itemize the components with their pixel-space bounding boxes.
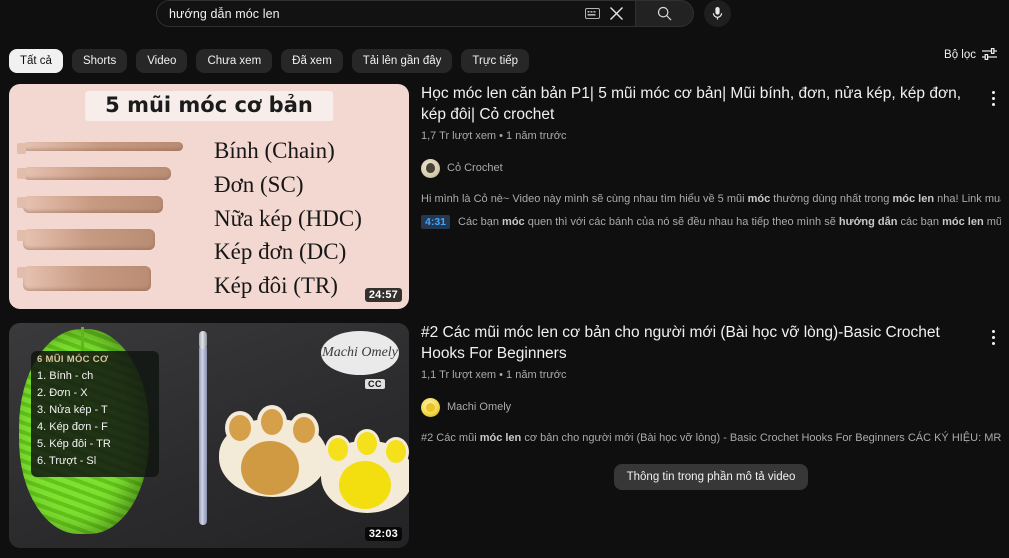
description-highlight: móc len [892,192,935,205]
chip-da-xem[interactable]: Đã xem [281,49,343,73]
thumbnail-stitch-samples [17,142,183,307]
thumbnail-list-heading: 6 MŨI MÓC CƠ [37,354,109,365]
thumbnail-term: Nữa kép (HDC) [214,205,362,231]
channel-row[interactable]: Cỏ Crochet [421,158,1001,178]
tune-icon [982,48,997,61]
description-part: #2 Các mũi [421,431,480,444]
thumbnail-paw-center [339,461,391,509]
thumbnail-paw-pad-inner [261,409,283,435]
filters-label: Bộ lọc [944,48,976,61]
thumbnail-paw-center [241,441,299,495]
thumbnail-list-item: 1. Bính - ch [37,370,94,382]
chip-truc-tiep[interactable]: Trực tiếp [461,49,530,73]
channel-row[interactable]: Machi Omely [421,397,1001,417]
thumbnail-list-item: 2. Đơn - X [37,387,88,400]
chapter-highlight: móc [502,216,525,229]
description-part: nha! Link mua nguyên ... [937,192,1001,205]
chip-tai-len-gan-day[interactable]: Tải lên gần đây [351,49,453,73]
thumbnail-term: Kép đôi (TR) [214,273,338,299]
video-thumbnail[interactable]: 5 mũi móc cơ bản Bính (Chain) Đơn (SC) N… [9,84,409,309]
voice-search-button[interactable] [704,0,731,27]
chapter-timestamp-badge[interactable]: 4:31 [421,215,451,230]
thumbnail-list-item: 4. Kép đơn - F [37,421,108,434]
video-duration-badge: 24:57 [364,288,402,302]
search-area: hướng dẫn móc len [156,0,731,27]
search-icon [657,6,672,21]
video-title[interactable]: #2 Các mũi móc len cơ bản cho người mới … [421,323,1001,365]
thumbnail-term: Kép đơn (DC) [214,239,347,265]
thumbnail-paw-pad-inner [386,440,406,463]
thumbnail-paw-pad-inner [293,417,315,443]
description-info-button[interactable]: Thông tin trong phần mô tả video [613,464,809,491]
chapter-part: Các bạn [458,216,503,229]
thumbnail-list-item: 6. Trượt - Sl [37,455,97,468]
thumbnail-crochet-hook [199,331,207,525]
search-button[interactable] [636,0,694,27]
thumbnail-term: Bính (Chain) [214,138,335,163]
video-chapter-row[interactable]: 4:31 Các bạn móc quen thì với các bánh c… [421,215,1001,230]
thumbnail-paw-pad-inner [328,438,348,461]
video-metadata: 1,1 Tr lượt xem • 1 năm trước [421,368,567,381]
video-thumbnail[interactable]: 6 MŨI MÓC CƠ 1. Bính - ch 2. Đơn - X 3. … [9,323,409,548]
thumbnail-term-list: Bính (Chain) Đơn (SC) Nữa kép (HDC) Kép … [214,134,362,303]
description-part: cơ bản cho người mới (Bài học vỡ lòng) -… [521,431,1001,444]
thumbnail-paw-pad-inner [229,415,251,441]
description-part: thường dùng nhất trong [770,192,893,205]
closed-caption-badge: CC [365,379,385,389]
thumbnail-list-item: 3. Nửa kép - T [37,404,108,417]
description-highlight: móc len [479,431,522,444]
chapter-highlight: hướng dẫn [838,216,898,229]
video-description: #2 Các mũi móc len cơ bản cho người mới … [421,431,1001,447]
video-info: Học móc len căn bản P1| 5 mũi móc cơ bản… [409,84,1009,309]
description-part: Hi mình là Cỏ nè~ Video này mình sẽ cùng… [421,192,748,205]
channel-avatar[interactable] [421,158,440,178]
chip-chua-xem[interactable]: Chưa xem [196,49,273,73]
search-result-item: 5 mũi móc cơ bản Bính (Chain) Đơn (SC) N… [0,84,1009,309]
clear-search-icon[interactable] [608,5,625,22]
video-metadata: 1,7 Tr lượt xem • 1 năm trước [421,129,567,142]
search-result-item: 6 MŨI MÓC CƠ 1. Bính - ch 2. Đơn - X 3. … [0,323,1009,548]
channel-name[interactable]: Machi Omely [447,401,511,413]
thumbnail-term: Đơn (SC) [214,171,304,197]
search-query-text: hướng dẫn móc len [169,6,280,21]
chip-shorts[interactable]: Shorts [71,49,128,73]
thumbnail-list-item: 5. Kép đôi - TR [37,438,111,451]
video-description: Hi mình là Cỏ nè~ Video này mình sẽ cùng… [421,192,1001,208]
chapter-transcript-text: Các bạn móc quen thì với các bánh của nó… [458,216,1001,228]
description-highlight: móc [747,192,771,205]
thumbnail-paw-pad-inner [357,432,377,455]
thumbnail-stitch-list: 6 MŨI MÓC CƠ 1. Bính - ch 2. Đơn - X 3. … [31,351,159,478]
chip-video[interactable]: Video [136,49,188,73]
chapter-highlight: móc len [942,216,984,229]
video-duration-badge: 32:03 [364,527,402,541]
top-search-bar: hướng dẫn móc len [0,0,1009,30]
video-title[interactable]: Học móc len căn bản P1| 5 mũi móc cơ bản… [421,84,1001,126]
channel-avatar[interactable] [421,397,440,417]
search-results-list: 5 mũi móc cơ bản Bính (Chain) Đơn (SC) N… [0,78,1009,548]
filters-button[interactable]: Bộ lọc [944,48,997,61]
description-info-button-row: Thông tin trong phần mô tả video [421,464,1001,491]
filter-chip-bar: Tất cả Shorts Video Chưa xem Đã xem Tải … [0,44,1009,78]
thumbnail-banner-text: 5 mũi móc cơ bản [105,93,313,117]
chapter-part: quen thì với các bánh của nó sẽ đều nhau… [524,216,839,229]
more-actions-menu-icon[interactable] [981,86,1005,110]
more-actions-menu-icon[interactable] [981,325,1005,349]
keyboard-icon[interactable] [585,8,600,19]
search-input[interactable]: hướng dẫn móc len [156,0,636,27]
chip-tat-ca[interactable]: Tất cả [9,49,63,73]
thumbnail-watermark: Machi Omely [321,331,399,375]
thumbnail-banner: 5 mũi móc cơ bản [85,91,333,121]
chapter-part: các bạn [897,216,943,229]
chapter-part: mũi đầu tiên đó chính ... [986,216,1001,229]
video-info: #2 Các mũi móc len cơ bản cho người mới … [409,323,1009,548]
microphone-icon [712,7,723,20]
channel-name[interactable]: Cỏ Crochet [447,162,503,174]
